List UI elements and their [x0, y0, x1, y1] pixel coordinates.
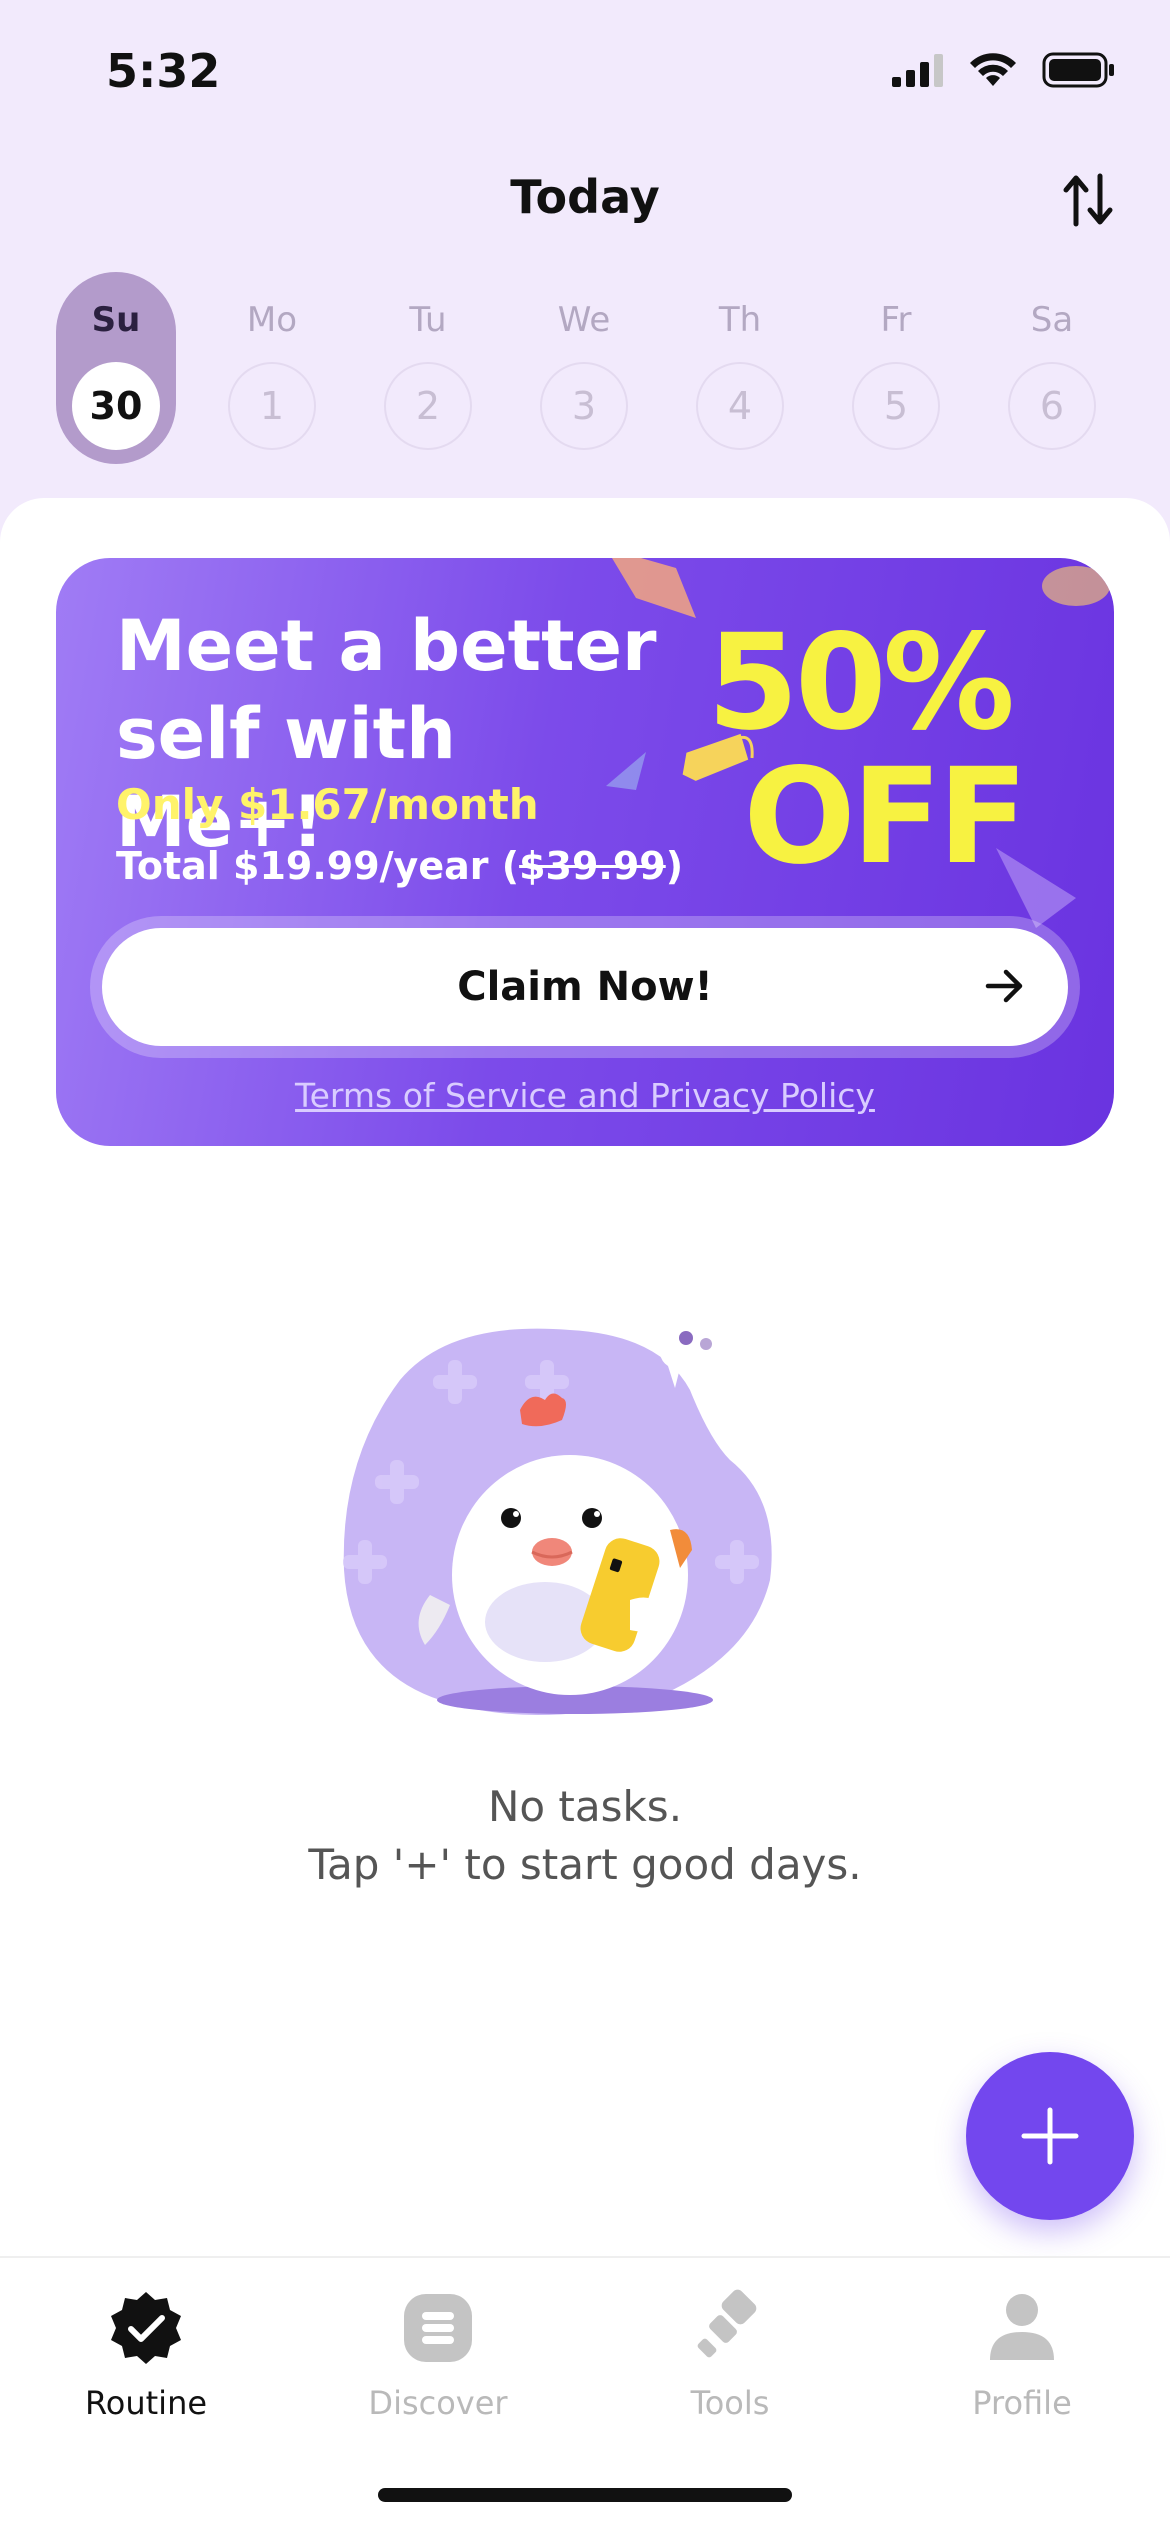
discount-off: OFF: [743, 740, 1028, 894]
wifi-icon: [970, 53, 1016, 86]
terms-link[interactable]: Terms of Service and Privacy Policy: [56, 1076, 1114, 1115]
tab-routine[interactable]: Routine: [0, 2288, 292, 2422]
day-number: 2: [384, 362, 472, 450]
confetti-icon: [612, 558, 696, 618]
promo-total-suffix: ): [665, 844, 684, 888]
day-name: Th: [718, 300, 762, 340]
promo-banner[interactable]: Meet a better self with Me+! Only $1.67/…: [56, 558, 1114, 1146]
day-name: Su: [91, 300, 141, 340]
arrow-right-icon: [985, 969, 1023, 1003]
day-number: 3: [540, 362, 628, 450]
empty-state-line2: Tap '+' to start good days.: [308, 1840, 862, 1889]
claim-now-button[interactable]: Claim Now!: [102, 928, 1068, 1046]
plus-icon: [1021, 2107, 1079, 2165]
promo-price: Only $1.67/month: [116, 780, 539, 829]
day-monday[interactable]: Mo 1: [212, 272, 332, 464]
person-icon: [990, 2294, 1054, 2360]
promo-total: Total $19.99/year ($39.99): [116, 844, 683, 888]
week-strip: Su 30 Mo 1 Tu 2 We 3 Th 4 Fr 5 Sa 6: [56, 272, 1114, 472]
tab-profile[interactable]: Profile: [876, 2288, 1168, 2422]
day-tuesday[interactable]: Tu 2: [368, 272, 488, 464]
page-title: Today: [510, 170, 660, 224]
empty-state-line1: No tasks.: [487, 1782, 683, 1831]
signal-icon: [892, 54, 943, 87]
day-friday[interactable]: Fr 5: [836, 272, 956, 464]
day-number: 4: [696, 362, 784, 450]
day-number: 5: [852, 362, 940, 450]
day-name: We: [557, 300, 611, 340]
confetti-icon: [1042, 566, 1110, 606]
day-number: 30: [72, 362, 160, 450]
status-bar: 5:32: [0, 0, 1170, 150]
tab-label: Profile: [972, 2384, 1072, 2422]
day-name: Mo: [246, 300, 298, 340]
tab-label: Tools: [690, 2384, 770, 2422]
chicken-mascot-illustration: [343, 1301, 772, 1715]
day-sunday[interactable]: Su 30: [56, 272, 176, 464]
tool-icon: [697, 2289, 757, 2358]
promo-original-price: $39.99: [519, 844, 666, 888]
tab-label: Discover: [368, 2384, 508, 2422]
tab-discover[interactable]: Discover: [292, 2288, 584, 2422]
tab-tools[interactable]: Tools: [584, 2288, 876, 2422]
day-name: Sa: [1030, 300, 1074, 340]
promo-total-prefix: Total $19.99/year (: [116, 844, 520, 888]
sort-icon[interactable]: [1060, 172, 1116, 228]
battery-icon: [1042, 52, 1114, 88]
verified-badge-icon: [111, 2292, 181, 2364]
day-wednesday[interactable]: We 3: [524, 272, 644, 464]
day-name: Tu: [409, 300, 447, 340]
list-icon: [404, 2294, 472, 2362]
day-number: 1: [228, 362, 316, 450]
day-saturday[interactable]: Sa 6: [992, 272, 1112, 464]
claim-button-label: Claim Now!: [457, 964, 713, 1010]
status-icons: [892, 52, 1116, 88]
day-number: 6: [1008, 362, 1096, 450]
discount-percent: 50%: [707, 606, 1015, 760]
add-task-button[interactable]: [966, 2052, 1134, 2220]
status-time: 5:32: [106, 44, 221, 98]
discount-label: 50% OFF: [694, 616, 1028, 894]
day-thursday[interactable]: Th 4: [680, 272, 800, 464]
empty-state-message: No tasks. Tap '+' to start good days.: [0, 1778, 1170, 1894]
confetti-icon: [606, 752, 646, 790]
tab-label: Routine: [84, 2384, 208, 2422]
day-name: Fr: [880, 300, 912, 340]
home-indicator[interactable]: [378, 2488, 792, 2502]
